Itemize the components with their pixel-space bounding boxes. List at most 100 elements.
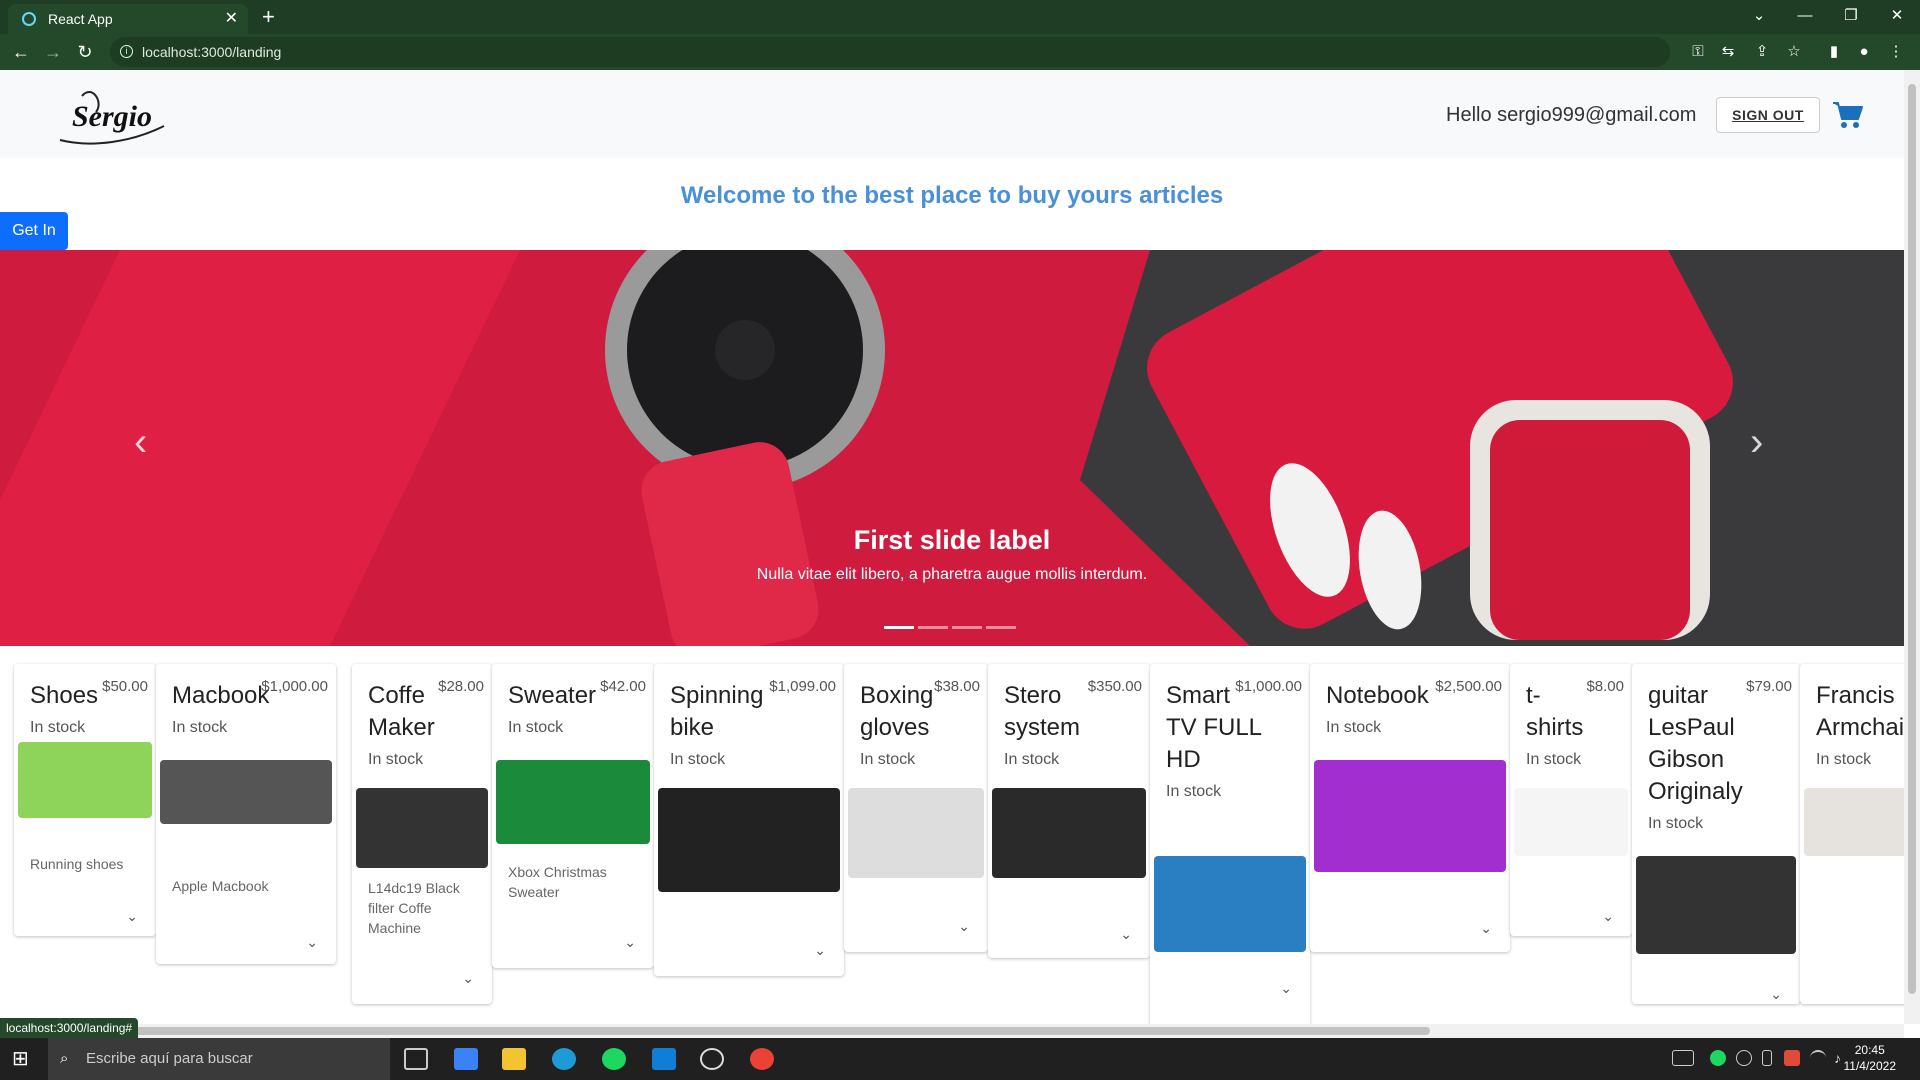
product-card[interactable]: Boxing gloves In stock $38.00 ⌄ bbox=[844, 664, 988, 952]
product-name-text: Stero system bbox=[1004, 682, 1081, 741]
carousel-indicator[interactable] bbox=[884, 626, 914, 629]
stock-status: In stock bbox=[1004, 751, 1060, 768]
product-name: Coffe Maker In stock bbox=[368, 680, 448, 776]
close-window-icon[interactable]: ✕ bbox=[1874, 0, 1920, 34]
bookmark-star-icon[interactable]: ☆ bbox=[1784, 42, 1804, 62]
address-bar[interactable]: i localhost:3000/landing bbox=[110, 37, 1670, 67]
expand-chevron-icon[interactable]: ⌄ bbox=[624, 934, 636, 951]
carousel-next-icon[interactable]: › bbox=[1750, 420, 1763, 465]
expand-chevron-icon[interactable]: ⌄ bbox=[814, 942, 826, 959]
back-icon[interactable]: ← bbox=[6, 34, 36, 70]
expand-chevron-icon[interactable]: ⌄ bbox=[1480, 920, 1492, 937]
product-image bbox=[1804, 788, 1916, 856]
carousel-prev-icon[interactable]: ‹ bbox=[134, 420, 147, 465]
product-card[interactable]: guitar LesPaul Gibson Originaly In stock $… bbox=[1632, 664, 1800, 1004]
carousel-indicator[interactable] bbox=[952, 626, 982, 629]
restore-icon[interactable]: ❐ bbox=[1828, 0, 1874, 34]
wifi-icon[interactable] bbox=[1810, 1050, 1826, 1066]
new-tab-button[interactable]: + bbox=[262, 2, 275, 32]
caption-text: Nulla vitae elit libero, a pharetra augu… bbox=[756, 566, 1148, 583]
store-icon[interactable] bbox=[454, 1048, 478, 1070]
browser-tab[interactable]: React App ✕ bbox=[8, 4, 248, 34]
forward-icon[interactable]: → bbox=[38, 34, 68, 70]
stock-status: In stock bbox=[1166, 783, 1222, 800]
product-card[interactable]: Spinning bike In stock $1,099.00 ⌄ bbox=[654, 664, 844, 976]
expand-chevron-icon[interactable]: ⌄ bbox=[462, 970, 474, 987]
vertical-scroll-thumb[interactable] bbox=[1908, 84, 1916, 994]
tab-close-icon[interactable]: ✕ bbox=[225, 4, 238, 34]
sign-out-button[interactable]: SIGN OUT bbox=[1716, 97, 1820, 133]
vertical-scrollbar[interactable] bbox=[1904, 70, 1920, 1024]
obs-tray-icon[interactable] bbox=[1736, 1050, 1752, 1066]
expand-chevron-icon[interactable]: ⌄ bbox=[1120, 926, 1132, 943]
product-card[interactable]: Stero system In stock $350.00 ⌄ bbox=[988, 664, 1150, 958]
product-name-text: Spinning bike bbox=[670, 682, 764, 741]
product-price: $42.00 bbox=[600, 678, 646, 695]
task-view-icon[interactable] bbox=[404, 1048, 428, 1070]
product-card[interactable]: Macbook In stock $1,000.00 Apple Macbook ⌄ bbox=[156, 664, 336, 964]
product-card[interactable]: Shoes In stock $50.00 Running shoes ⌄ bbox=[14, 664, 156, 936]
edge-icon[interactable] bbox=[552, 1048, 576, 1070]
expand-chevron-icon[interactable]: ⌄ bbox=[1280, 980, 1292, 997]
carousel-indicator[interactable] bbox=[986, 626, 1016, 629]
product-name: Shoes In stock bbox=[30, 680, 112, 744]
profile-icon[interactable]: ● bbox=[1854, 42, 1874, 62]
product-card[interactable]: Notebook In stock $2,500.00 ⌄ bbox=[1310, 664, 1510, 952]
carousel-indicator[interactable] bbox=[918, 626, 948, 629]
shopping-cart-icon[interactable] bbox=[1832, 100, 1864, 130]
product-description: L14dc19 Black filter Coffe Machine bbox=[368, 880, 460, 936]
carousel-slide-image bbox=[0, 250, 1904, 646]
vscode-icon[interactable] bbox=[652, 1048, 676, 1070]
reload-icon[interactable]: ↻ bbox=[70, 34, 100, 70]
product-card[interactable]: Francis Armchair In stock bbox=[1800, 664, 1920, 1004]
tray-app-icon[interactable] bbox=[1784, 1050, 1800, 1066]
page-viewport: Sergio Hello sergio999@gmail.com SIGN OU… bbox=[0, 70, 1920, 1038]
product-price: $1,000.00 bbox=[1235, 678, 1302, 695]
expand-chevron-icon[interactable]: ⌄ bbox=[958, 918, 970, 935]
product-card[interactable]: t-shirts In stock $8.00 ⌄ bbox=[1510, 664, 1632, 936]
usb-icon[interactable] bbox=[1762, 1050, 1772, 1066]
minimize-icon[interactable]: — bbox=[1782, 0, 1828, 34]
spotify-icon[interactable] bbox=[602, 1048, 626, 1070]
keyboard-icon[interactable] bbox=[1672, 1050, 1694, 1066]
product-price: $28.00 bbox=[438, 678, 484, 695]
browser-tab-bar: React App ✕ + ⌄ — ❐ ✕ bbox=[0, 0, 1920, 34]
product-card[interactable]: Smart TV FULL HD In stock $1,000.00 ⌄ bbox=[1150, 664, 1310, 1038]
key-icon[interactable]: ⚿ bbox=[1688, 42, 1708, 62]
site-header: Sergio Hello sergio999@gmail.com SIGN OU… bbox=[0, 70, 1904, 158]
horizontal-scroll-thumb[interactable] bbox=[10, 1027, 1430, 1035]
horizontal-scrollbar[interactable] bbox=[0, 1024, 1904, 1038]
menu-icon[interactable]: ⋮ bbox=[1886, 42, 1906, 62]
side-panel-icon[interactable]: ▮ bbox=[1824, 42, 1844, 62]
product-name-text: Sweater bbox=[508, 682, 597, 709]
product-card[interactable]: Sweater In stock $42.00 Xbox Christmas Swea… bbox=[492, 664, 654, 968]
spotify-tray-icon[interactable] bbox=[1710, 1050, 1726, 1066]
chrome-icon[interactable] bbox=[750, 1048, 774, 1070]
sergio-logo[interactable]: Sergio bbox=[52, 82, 172, 148]
url-text: localhost:3000/landing bbox=[142, 44, 282, 60]
get-in-button[interactable]: Get In bbox=[0, 212, 68, 250]
product-price: $1,099.00 bbox=[769, 678, 836, 695]
obs-icon[interactable] bbox=[700, 1048, 724, 1070]
tab-search-icon[interactable]: ⌄ bbox=[1736, 0, 1782, 34]
expand-chevron-icon[interactable]: ⌄ bbox=[126, 908, 138, 925]
product-image bbox=[1154, 856, 1306, 952]
site-info-icon[interactable]: i bbox=[120, 45, 133, 58]
expand-chevron-icon[interactable]: ⌄ bbox=[1602, 908, 1614, 925]
product-price: $350.00 bbox=[1087, 678, 1142, 695]
product-price: $79.00 bbox=[1746, 678, 1792, 695]
expand-chevron-icon[interactable]: ⌄ bbox=[1770, 986, 1782, 1003]
file-explorer-icon[interactable] bbox=[502, 1048, 526, 1070]
product-card[interactable]: Coffe Maker In stock $28.00 L14dc19 Black f… bbox=[352, 664, 492, 1004]
share-icon[interactable]: ⇪ bbox=[1752, 42, 1772, 62]
translate-icon[interactable]: ⇆ bbox=[1718, 42, 1738, 62]
taskbar-search-input[interactable]: ⌕ Escribe aquí para buscar bbox=[48, 1038, 390, 1080]
product-image bbox=[18, 742, 152, 818]
taskbar-clock[interactable]: 20:45 11/4/2022 bbox=[1844, 1042, 1897, 1074]
stock-status: In stock bbox=[508, 719, 564, 736]
windows-start-icon[interactable]: ⊞ bbox=[12, 1048, 36, 1070]
react-favicon-icon bbox=[22, 12, 36, 26]
expand-chevron-icon[interactable]: ⌄ bbox=[306, 934, 318, 951]
product-name: Boxing gloves In stock bbox=[860, 680, 944, 776]
windows-taskbar: ⊞ ⌕ Escribe aquí para buscar ♪ 20:45 11/… bbox=[0, 1038, 1920, 1080]
